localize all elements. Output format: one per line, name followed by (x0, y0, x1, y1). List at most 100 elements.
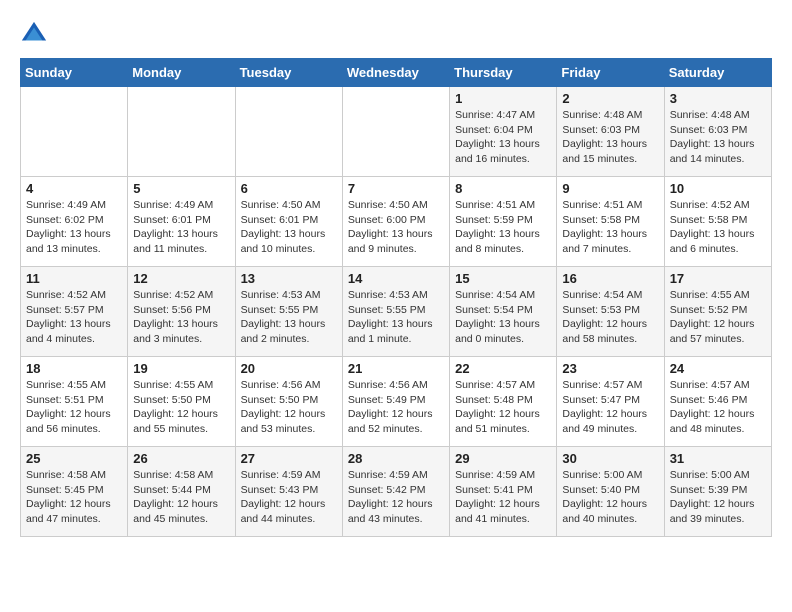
day-number: 5 (133, 181, 229, 196)
calendar-cell: 20 Sunrise: 4:56 AM Sunset: 5:50 PM Dayli… (235, 357, 342, 447)
day-info: Sunrise: 4:51 AM Sunset: 5:58 PM Dayligh… (562, 198, 658, 257)
day-number: 21 (348, 361, 444, 376)
day-info: Sunrise: 4:50 AM Sunset: 6:00 PM Dayligh… (348, 198, 444, 257)
day-number: 2 (562, 91, 658, 106)
day-number: 6 (241, 181, 337, 196)
day-number: 24 (670, 361, 766, 376)
day-info: Sunrise: 4:48 AM Sunset: 6:03 PM Dayligh… (562, 108, 658, 167)
day-info: Sunrise: 4:56 AM Sunset: 5:50 PM Dayligh… (241, 378, 337, 437)
week-row-3: 11 Sunrise: 4:52 AM Sunset: 5:57 PM Dayli… (21, 267, 772, 357)
calendar-cell: 30 Sunrise: 5:00 AM Sunset: 5:40 PM Dayli… (557, 447, 664, 537)
day-number: 30 (562, 451, 658, 466)
page-header (20, 20, 772, 48)
calendar-cell: 28 Sunrise: 4:59 AM Sunset: 5:42 PM Dayli… (342, 447, 449, 537)
day-info: Sunrise: 4:59 AM Sunset: 5:42 PM Dayligh… (348, 468, 444, 527)
calendar-cell: 17Sunrise: 4:55 AM Sunset: 5:52 PM Dayli… (664, 267, 771, 357)
day-number: 3 (670, 91, 766, 106)
day-number: 11 (26, 271, 122, 286)
day-info: Sunrise: 4:47 AM Sunset: 6:04 PM Dayligh… (455, 108, 551, 167)
day-info: Sunrise: 5:00 AM Sunset: 5:39 PM Dayligh… (670, 468, 766, 527)
day-info: Sunrise: 4:56 AM Sunset: 5:49 PM Dayligh… (348, 378, 444, 437)
day-number: 26 (133, 451, 229, 466)
day-header-thursday: Thursday (450, 59, 557, 87)
day-info: Sunrise: 4:52 AM Sunset: 5:58 PM Dayligh… (670, 198, 766, 257)
day-info: Sunrise: 4:52 AM Sunset: 5:56 PM Dayligh… (133, 288, 229, 347)
calendar-cell: 1 Sunrise: 4:47 AM Sunset: 6:04 PM Daylig… (450, 87, 557, 177)
day-info: Sunrise: 4:49 AM Sunset: 6:01 PM Dayligh… (133, 198, 229, 257)
day-number: 18 (26, 361, 122, 376)
calendar-cell (128, 87, 235, 177)
day-header-wednesday: Wednesday (342, 59, 449, 87)
day-number: 10 (670, 181, 766, 196)
day-number: 13 (241, 271, 337, 286)
day-number: 9 (562, 181, 658, 196)
day-info: Sunrise: 4:57 AM Sunset: 5:47 PM Dayligh… (562, 378, 658, 437)
day-info: Sunrise: 5:00 AM Sunset: 5:40 PM Dayligh… (562, 468, 658, 527)
day-number: 25 (26, 451, 122, 466)
calendar-cell: 7 Sunrise: 4:50 AM Sunset: 6:00 PM Daylig… (342, 177, 449, 267)
day-info: Sunrise: 4:55 AM Sunset: 5:50 PM Dayligh… (133, 378, 229, 437)
calendar-cell: 19 Sunrise: 4:55 AM Sunset: 5:50 PM Dayli… (128, 357, 235, 447)
day-info: Sunrise: 4:53 AM Sunset: 5:55 PM Dayligh… (348, 288, 444, 347)
day-number: 20 (241, 361, 337, 376)
day-header-friday: Friday (557, 59, 664, 87)
day-number: 12 (133, 271, 229, 286)
calendar-cell: 16 Sunrise: 4:54 AM Sunset: 5:53 PM Dayli… (557, 267, 664, 357)
day-info: Sunrise: 4:48 AM Sunset: 6:03 PM Dayligh… (670, 108, 766, 167)
logo (20, 20, 52, 48)
calendar-cell: 31 Sunrise: 5:00 AM Sunset: 5:39 PM Dayli… (664, 447, 771, 537)
day-header-tuesday: Tuesday (235, 59, 342, 87)
day-number: 7 (348, 181, 444, 196)
day-info: Sunrise: 4:59 AM Sunset: 5:43 PM Dayligh… (241, 468, 337, 527)
calendar-cell: 27 Sunrise: 4:59 AM Sunset: 5:43 PM Dayli… (235, 447, 342, 537)
week-row-4: 18 Sunrise: 4:55 AM Sunset: 5:51 PM Dayli… (21, 357, 772, 447)
calendar-cell: 25Sunrise: 4:58 AM Sunset: 5:45 PM Dayli… (21, 447, 128, 537)
day-number: 1 (455, 91, 551, 106)
calendar-cell: 6 Sunrise: 4:50 AM Sunset: 6:01 PM Daylig… (235, 177, 342, 267)
calendar-cell: 4Sunrise: 4:49 AM Sunset: 6:02 PM Daylig… (21, 177, 128, 267)
day-info: Sunrise: 4:54 AM Sunset: 5:53 PM Dayligh… (562, 288, 658, 347)
day-number: 29 (455, 451, 551, 466)
calendar-cell: 21 Sunrise: 4:56 AM Sunset: 5:49 PM Dayli… (342, 357, 449, 447)
calendar-cell: 12 Sunrise: 4:52 AM Sunset: 5:56 PM Dayli… (128, 267, 235, 357)
day-number: 23 (562, 361, 658, 376)
day-info: Sunrise: 4:52 AM Sunset: 5:57 PM Dayligh… (26, 288, 122, 347)
day-header-sunday: Sunday (21, 59, 128, 87)
logo-icon (20, 20, 48, 48)
day-info: Sunrise: 4:55 AM Sunset: 5:51 PM Dayligh… (26, 378, 122, 437)
calendar-cell: 26 Sunrise: 4:58 AM Sunset: 5:44 PM Dayli… (128, 447, 235, 537)
calendar-cell (235, 87, 342, 177)
week-row-2: 4Sunrise: 4:49 AM Sunset: 6:02 PM Daylig… (21, 177, 772, 267)
day-info: Sunrise: 4:57 AM Sunset: 5:48 PM Dayligh… (455, 378, 551, 437)
day-number: 19 (133, 361, 229, 376)
day-info: Sunrise: 4:58 AM Sunset: 5:44 PM Dayligh… (133, 468, 229, 527)
calendar-cell: 23 Sunrise: 4:57 AM Sunset: 5:47 PM Dayli… (557, 357, 664, 447)
day-number: 8 (455, 181, 551, 196)
calendar-cell: 2 Sunrise: 4:48 AM Sunset: 6:03 PM Daylig… (557, 87, 664, 177)
day-number: 17 (670, 271, 766, 286)
calendar-cell: 24 Sunrise: 4:57 AM Sunset: 5:46 PM Dayli… (664, 357, 771, 447)
calendar-cell (21, 87, 128, 177)
day-info: Sunrise: 4:51 AM Sunset: 5:59 PM Dayligh… (455, 198, 551, 257)
day-number: 27 (241, 451, 337, 466)
day-number: 4 (26, 181, 122, 196)
day-number: 22 (455, 361, 551, 376)
day-info: Sunrise: 4:59 AM Sunset: 5:41 PM Dayligh… (455, 468, 551, 527)
day-number: 15 (455, 271, 551, 286)
calendar-cell (342, 87, 449, 177)
calendar-cell: 22 Sunrise: 4:57 AM Sunset: 5:48 PM Dayli… (450, 357, 557, 447)
day-info: Sunrise: 4:50 AM Sunset: 6:01 PM Dayligh… (241, 198, 337, 257)
day-number: 31 (670, 451, 766, 466)
calendar-cell: 3 Sunrise: 4:48 AM Sunset: 6:03 PM Daylig… (664, 87, 771, 177)
calendar-cell: 15Sunrise: 4:54 AM Sunset: 5:54 PM Dayli… (450, 267, 557, 357)
day-number: 16 (562, 271, 658, 286)
calendar-cell: 11 Sunrise: 4:52 AM Sunset: 5:57 PM Dayli… (21, 267, 128, 357)
week-row-1: 1 Sunrise: 4:47 AM Sunset: 6:04 PM Daylig… (21, 87, 772, 177)
day-header-saturday: Saturday (664, 59, 771, 87)
calendar-cell: 5 Sunrise: 4:49 AM Sunset: 6:01 PM Daylig… (128, 177, 235, 267)
day-info: Sunrise: 4:57 AM Sunset: 5:46 PM Dayligh… (670, 378, 766, 437)
day-number: 28 (348, 451, 444, 466)
calendar-cell: 29 Sunrise: 4:59 AM Sunset: 5:41 PM Dayli… (450, 447, 557, 537)
calendar-cell: 10 Sunrise: 4:52 AM Sunset: 5:58 PM Dayli… (664, 177, 771, 267)
calendar-cell: 14Sunrise: 4:53 AM Sunset: 5:55 PM Dayli… (342, 267, 449, 357)
